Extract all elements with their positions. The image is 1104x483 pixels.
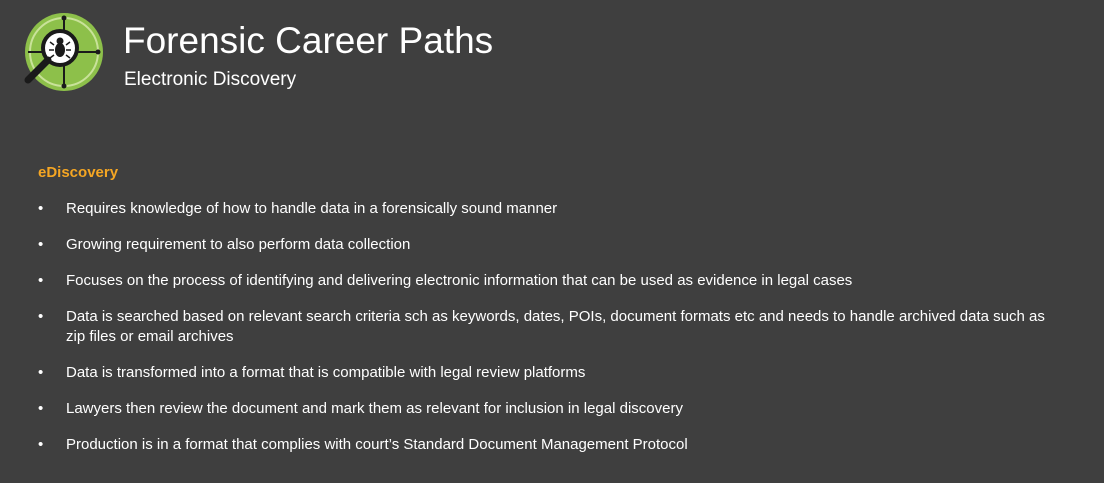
- list-item-text: Data is transformed into a format that i…: [66, 364, 586, 381]
- bullet-icon: •: [38, 272, 44, 289]
- list-item-text: Data is searched based on relevant searc…: [66, 308, 1045, 345]
- list-item: • Focuses on the process of identifying …: [38, 271, 1048, 291]
- list-item-text: Growing requirement to also perform data…: [66, 236, 411, 253]
- list-item: • Lawyers then review the document and m…: [38, 399, 1048, 419]
- list-item: • Production is in a format that complie…: [38, 435, 1048, 455]
- section-heading: eDiscovery: [38, 164, 119, 181]
- bullet-icon: •: [38, 436, 44, 453]
- list-item: • Requires knowledge of how to handle da…: [38, 199, 1048, 219]
- page-title: Forensic Career Paths: [123, 20, 494, 61]
- bullet-icon: •: [38, 400, 44, 417]
- list-item-text: Focuses on the process of identifying an…: [66, 272, 853, 289]
- bullet-icon: •: [38, 308, 44, 325]
- bullet-icon: •: [38, 236, 44, 253]
- bullet-icon: •: [38, 200, 44, 217]
- list-item: • Data is transformed into a format that…: [38, 363, 1048, 383]
- magnifier-bug-icon: [18, 12, 106, 100]
- list-item-text: Requires knowledge of how to handle data…: [66, 200, 558, 217]
- bullet-list: • Requires knowledge of how to handle da…: [38, 199, 1048, 471]
- bullet-icon: •: [38, 364, 44, 381]
- list-item: • Data is searched based on relevant sea…: [38, 307, 1048, 347]
- list-item-text: Production is in a format that complies …: [66, 436, 688, 453]
- list-item: • Growing requirement to also perform da…: [38, 235, 1048, 255]
- list-item-text: Lawyers then review the document and mar…: [66, 400, 683, 417]
- page-subtitle: Electronic Discovery: [124, 69, 297, 90]
